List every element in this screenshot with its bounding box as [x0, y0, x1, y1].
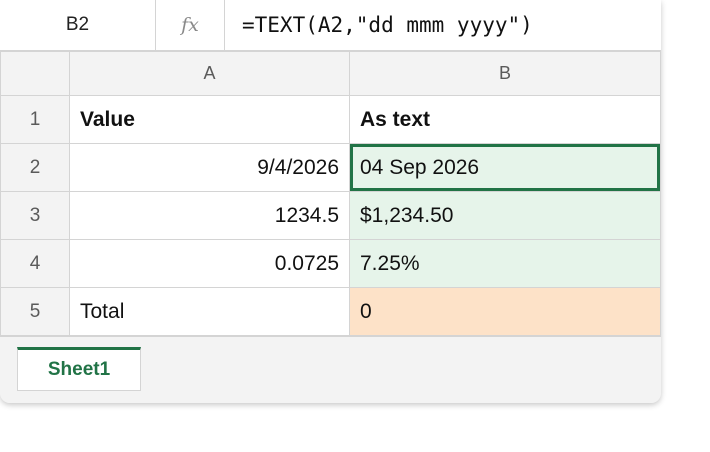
cell-b1[interactable]: As text — [349, 95, 661, 144]
cell-a4[interactable]: 0.0725 — [69, 239, 350, 288]
cell-a3[interactable]: 1234.5 — [69, 191, 350, 240]
row-header-5[interactable]: 5 — [0, 287, 70, 336]
name-box[interactable]: B2 — [0, 0, 156, 50]
row-header-1[interactable]: 1 — [0, 95, 70, 144]
fx-icon: fx — [156, 0, 225, 50]
cell-b3[interactable]: $1,234.50 — [349, 191, 661, 240]
row-header-2[interactable]: 2 — [0, 143, 70, 192]
spreadsheet-window: B2 fx =TEXT(A2,"dd mmm yyyy") A B 1 Valu… — [0, 0, 661, 403]
formula-input[interactable]: =TEXT(A2,"dd mmm yyyy") — [242, 0, 533, 50]
cell-grid: A B 1 Value As text 2 9/4/2026 04 Sep 20… — [0, 51, 661, 336]
formula-bar: B2 fx =TEXT(A2,"dd mmm yyyy") — [0, 0, 661, 51]
cell-b5[interactable]: 0 — [349, 287, 661, 336]
row-header-3[interactable]: 3 — [0, 191, 70, 240]
cell-b2[interactable]: 04 Sep 2026 — [349, 143, 661, 192]
cell-b4[interactable]: 7.25% — [349, 239, 661, 288]
sheet-tab-sheet1[interactable]: Sheet1 — [17, 347, 141, 391]
cell-a2[interactable]: 9/4/2026 — [69, 143, 350, 192]
select-all-corner[interactable] — [0, 51, 70, 96]
column-header-a[interactable]: A — [69, 51, 350, 96]
cell-a5[interactable]: Total — [69, 287, 350, 336]
column-header-b[interactable]: B — [349, 51, 661, 96]
row-header-4[interactable]: 4 — [0, 239, 70, 288]
cell-a1[interactable]: Value — [69, 95, 350, 144]
sheet-tab-strip: Sheet1 — [0, 336, 661, 403]
